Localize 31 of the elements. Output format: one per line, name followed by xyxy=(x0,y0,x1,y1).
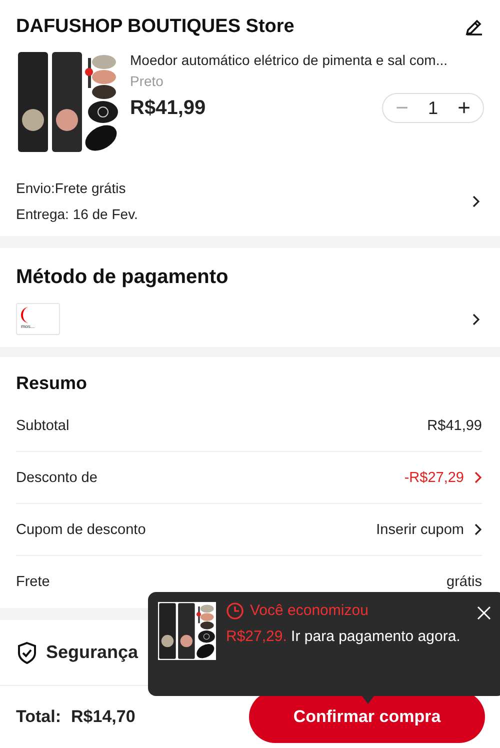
summary-value: R$41,99 xyxy=(427,418,482,434)
clock-icon xyxy=(226,602,244,620)
section-title: Segurança xyxy=(46,642,138,663)
chevron-right-icon xyxy=(474,471,482,484)
increase-button[interactable]: + xyxy=(451,95,477,121)
chevron-right-icon xyxy=(472,312,480,326)
summary-value: -R$27,29 xyxy=(404,470,464,486)
product-variant: Preto xyxy=(130,73,164,89)
summary-label: Subtotal xyxy=(16,418,70,434)
total-amount: R$14,70 xyxy=(71,707,136,727)
chevron-right-icon xyxy=(472,194,480,208)
edit-icon[interactable] xyxy=(464,17,484,37)
section-title: Método de pagamento xyxy=(16,266,230,289)
tip-headline: Você economizou xyxy=(250,601,368,621)
section-title: Resumo xyxy=(16,373,88,394)
shipping-method: Envio:Frete grátis xyxy=(16,180,127,196)
coupon-link[interactable]: Inserir cupom xyxy=(376,522,464,538)
close-icon[interactable] xyxy=(477,606,491,620)
shield-check-icon xyxy=(16,640,38,664)
total-label: Total: xyxy=(16,707,62,727)
summary-label: Cupom de desconto xyxy=(16,522,146,538)
summary-value: grátis xyxy=(446,574,482,590)
summary-label: Desconto de xyxy=(16,470,98,486)
product-price: R$41,99 xyxy=(130,96,206,120)
product-title: Moedor automático elétrico de pimenta e sal com... xyxy=(130,52,448,69)
tip-message: R$27,29. Ir para pagamento agora. xyxy=(226,628,460,645)
chevron-right-icon xyxy=(474,523,482,536)
summary-label: Frete xyxy=(16,574,50,590)
store-name: DAFUSHOP BOUTIQUES Store xyxy=(16,16,294,38)
quantity-value: 1 xyxy=(426,98,439,118)
delivery-date: Entrega: 16 de Fev. xyxy=(16,206,138,222)
